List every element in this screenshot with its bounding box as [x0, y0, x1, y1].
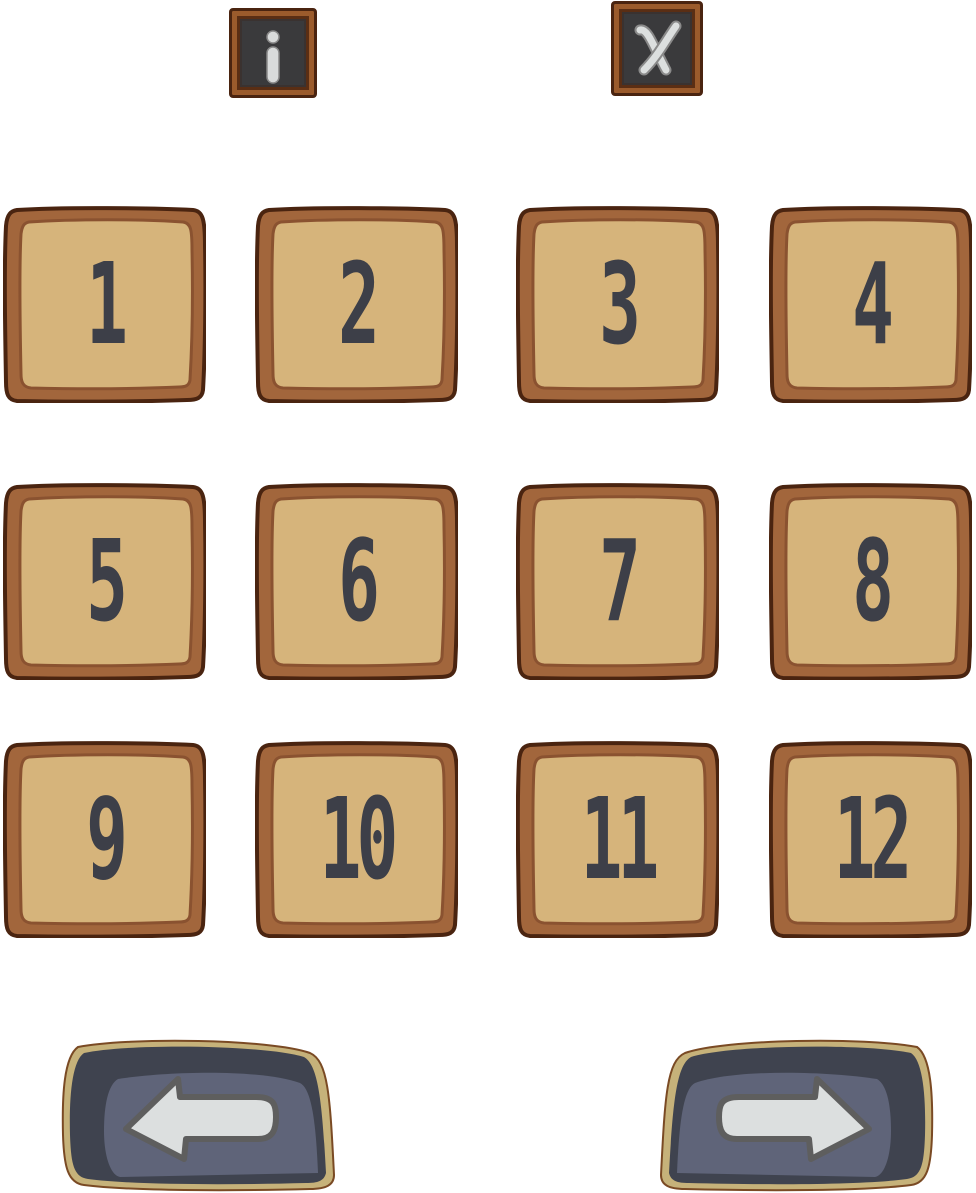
level-number: 4: [852, 239, 894, 370]
level-tile-5[interactable]: 5: [3, 483, 206, 680]
level-tile-7[interactable]: 7: [516, 483, 719, 680]
level-number: 1: [86, 239, 128, 370]
level-number: 5: [86, 516, 128, 647]
level-tile-9[interactable]: 9: [3, 741, 206, 938]
arrow-right-icon: [659, 1039, 934, 1192]
level-tile-4[interactable]: 4: [769, 206, 972, 403]
prev-page-button[interactable]: [60, 1035, 336, 1193]
level-number: 6: [338, 516, 380, 647]
level-tile-12[interactable]: 12: [769, 741, 972, 938]
level-number: 10: [319, 774, 399, 905]
level-number: 3: [599, 239, 641, 370]
level-number: 8: [852, 516, 894, 647]
level-number: 9: [86, 774, 128, 905]
level-tile-11[interactable]: 11: [516, 741, 719, 938]
arrow-left-icon: [61, 1039, 336, 1192]
level-tile-10[interactable]: 10: [255, 741, 458, 938]
level-tile-3[interactable]: 3: [516, 206, 719, 403]
level-number: 7: [599, 516, 641, 647]
level-tile-6[interactable]: 6: [255, 483, 458, 680]
level-number: 11: [580, 774, 660, 905]
level-tile-8[interactable]: 8: [769, 483, 972, 680]
level-tile-2[interactable]: 2: [255, 206, 458, 403]
level-number: 2: [338, 239, 380, 370]
level-number: 12: [833, 774, 913, 905]
level-tile-1[interactable]: 1: [3, 206, 206, 403]
next-page-button[interactable]: [659, 1035, 935, 1193]
level-grid: 1 2 3 4 5 6 7 8 9 10 11 12: [0, 0, 976, 1192]
